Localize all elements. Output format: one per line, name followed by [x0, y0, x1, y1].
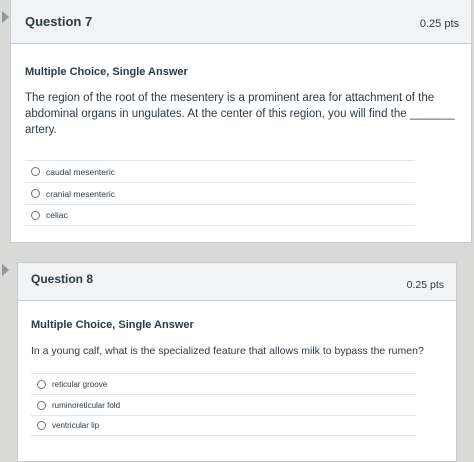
answer-option[interactable]: ventricular lip [31, 415, 416, 436]
question-points: 0.25 pts [419, 18, 459, 30]
question-text-line: abdominal organs in ungulates. At the ce… [25, 108, 455, 120]
question-points: 0.25 pts [406, 279, 444, 291]
question-title: Question 8 [31, 272, 94, 286]
question-text-line: In a young calf, what is the specialized… [31, 345, 424, 357]
answer-option[interactable]: ruminoreticular fold [31, 394, 416, 415]
answer-label[interactable]: cranial mesenteric [46, 189, 115, 199]
question-title: Question 7 [25, 14, 93, 29]
answer-label[interactable]: reticular groove [52, 380, 107, 389]
question-7-flag-icon[interactable] [2, 11, 9, 23]
question-type: Multiple Choice, Single Answer [31, 319, 194, 331]
answer-option[interactable]: celiac [25, 204, 415, 226]
answer-list: reticular groove ruminoreticular fold ve… [31, 373, 416, 436]
question-text: In a young calf, what is the specialized… [31, 343, 451, 359]
radio-button[interactable] [37, 421, 46, 430]
answer-option[interactable]: caudal mesenteric [25, 160, 415, 182]
radio-button[interactable] [31, 210, 40, 220]
question-header: Question 8 0.25 pts [18, 263, 456, 301]
question-card-7: Question 7 0.25 pts Multiple Choice, Sin… [10, 0, 472, 243]
question-card-8: Question 8 0.25 pts Multiple Choice, Sin… [17, 262, 457, 462]
answer-list: caudal mesenteric cranial mesenteric cel… [25, 160, 415, 226]
answer-label[interactable]: celiac [46, 210, 68, 220]
question-8-flag-icon[interactable] [2, 264, 9, 276]
question-header: Question 7 0.25 pts [11, 0, 471, 44]
radio-button[interactable] [31, 167, 40, 176]
answer-option[interactable]: reticular groove [31, 373, 416, 394]
question-type: Multiple Choice, Single Answer [25, 66, 188, 78]
radio-button[interactable] [31, 189, 40, 198]
answer-label[interactable]: ventricular lip [52, 421, 99, 430]
radio-button[interactable] [37, 400, 46, 410]
radio-button[interactable] [37, 379, 46, 389]
question-text-line: artery. [25, 124, 57, 136]
answer-label[interactable]: caudal mesenteric [46, 167, 115, 177]
question-text-line: The region of the root of the mesentery … [25, 92, 435, 104]
answer-label[interactable]: ruminoreticular fold [52, 401, 120, 410]
question-text: The region of the root of the mesentery … [25, 90, 465, 138]
answer-option[interactable]: cranial mesenteric [25, 182, 415, 204]
